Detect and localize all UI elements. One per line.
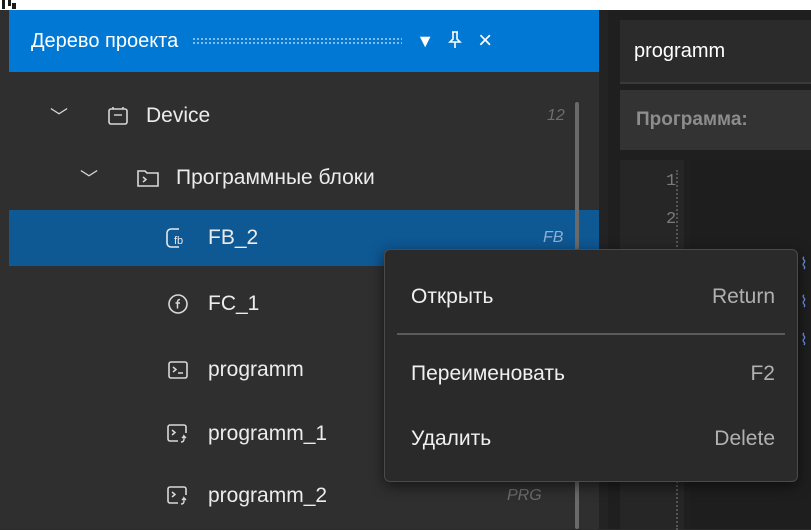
tree-item-label: Device (146, 104, 211, 127)
tree-item-label: FB_2 (208, 226, 259, 249)
chevron-expanded-icon[interactable]: ﹀ (79, 165, 99, 191)
program-icon (165, 357, 191, 383)
program-linked-icon (165, 421, 191, 447)
tab-programm[interactable]: programm (620, 20, 811, 82)
project-tree-title: Дерево проекта (31, 29, 179, 52)
squiggle-mark: ⌇ (800, 332, 808, 349)
context-menu: Открыть Return Переименовать F2 Удалить … (384, 249, 798, 482)
pin-icon[interactable] (448, 30, 462, 52)
svg-text:fb: fb (174, 235, 183, 247)
window-fragment-glyph (0, 0, 18, 10)
tree-item-label: programm (208, 358, 304, 381)
tree-item-device[interactable]: ﹀ Device 12 (9, 88, 600, 144)
top-edge (0, 0, 811, 10)
menu-item-shortcut: Delete (714, 427, 775, 450)
program-linked-icon (165, 483, 191, 509)
squiggle-mark: ⌇ (800, 256, 808, 273)
tree-item-label: Программные блоки (176, 166, 375, 189)
menu-item-shortcut: Return (711, 285, 775, 308)
chevron-down-icon[interactable]: ▼ (416, 32, 434, 50)
tree-item-label: programm_2 (208, 484, 328, 507)
tree-item-badge: 12 (547, 107, 565, 124)
project-tree-header[interactable]: Дерево проекта ▼ × (9, 10, 608, 72)
menu-item-delete[interactable]: Удалить Delete (385, 404, 797, 474)
tab-underline (620, 82, 811, 84)
menu-item-label: Удалить (411, 427, 492, 450)
menu-item-label: Переименовать (411, 362, 565, 385)
tab-label: programm (634, 39, 726, 62)
function-block-icon: fb (165, 225, 191, 251)
tree-item-label: programm_1 (208, 422, 328, 445)
device-icon (105, 103, 131, 129)
drag-grip[interactable] (192, 37, 403, 45)
menu-item-open[interactable]: Открыть Return (385, 262, 797, 332)
line-number: 1 (666, 172, 677, 191)
menu-item-rename[interactable]: Переименовать F2 (385, 339, 797, 409)
close-icon[interactable]: × (478, 29, 492, 53)
tree-item-badge: FB (543, 229, 564, 246)
tree-item-label: FC_1 (208, 292, 260, 315)
chevron-expanded-icon[interactable]: ﹀ (49, 103, 69, 129)
function-icon (165, 291, 191, 317)
line-number: 2 (666, 210, 677, 229)
squiggle-mark: ⌇ (800, 294, 808, 311)
menu-item-label: Открыть (411, 285, 494, 308)
program-header-label: Программа: (636, 109, 748, 130)
program-header: Программа: (620, 90, 811, 150)
menu-separator (397, 333, 785, 335)
tree-item-badge: PRG (507, 487, 542, 504)
menu-item-shortcut: F2 (750, 362, 775, 385)
tree-item-program-blocks[interactable]: ﹀ Программные блоки (9, 150, 600, 206)
folder-program-icon (135, 165, 161, 191)
